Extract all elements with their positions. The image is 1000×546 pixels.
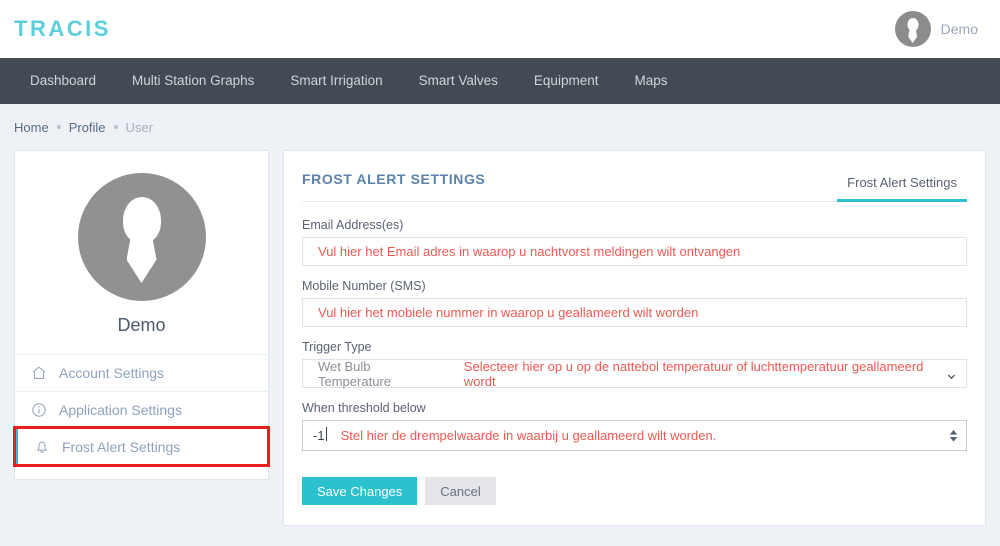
trigger-type-select[interactable]: Wet Bulb Temperature Selecteer hier op u…	[302, 358, 967, 389]
sidebar-item-frost-alert-settings[interactable]: Frost Alert Settings	[13, 426, 270, 467]
spinner-arrows-icon[interactable]	[949, 429, 958, 442]
breadcrumb-item-profile[interactable]: Profile	[69, 120, 106, 135]
nav-item-dashboard[interactable]: Dashboard	[18, 58, 114, 104]
frost-alert-settings-panel: FROST ALERT SETTINGS Frost Alert Setting…	[283, 150, 986, 526]
user-avatar-icon[interactable]	[894, 11, 931, 47]
page-title: FROST ALERT SETTINGS	[302, 171, 486, 187]
app-logo[interactable]: TRACIS	[14, 16, 111, 42]
trigger-type-value: Wet Bulb Temperature	[318, 358, 391, 389]
sidebar-item-label: Application Settings	[59, 402, 182, 418]
sidebar-item-label: Account Settings	[59, 365, 165, 381]
nav-item-equipment[interactable]: Equipment	[516, 58, 617, 104]
info-circle-icon	[31, 402, 47, 418]
threshold-value: -1	[313, 427, 327, 443]
sidebar-item-application-settings[interactable]: Application Settings	[15, 391, 268, 428]
breadcrumb-item-home[interactable]: Home	[14, 120, 49, 135]
form-actions: Save Changes Cancel	[302, 464, 967, 505]
nav-item-smart-valves[interactable]: Smart Valves	[401, 58, 516, 104]
threshold-stepper[interactable]: -1 Stel hier de drempelwaarde in waarbij…	[302, 420, 967, 451]
panel-header: FROST ALERT SETTINGS Frost Alert Setting…	[302, 167, 967, 202]
trigger-type-hint: Selecteer hier op u op de nattebol tempe…	[463, 358, 924, 389]
field-threshold: When threshold below -1 Stel hier de dre…	[302, 401, 967, 451]
sidebar-item-label: Frost Alert Settings	[62, 439, 181, 455]
page-body: Demo Account Settings Application Settin…	[0, 150, 1000, 526]
field-mobile: Mobile Number (SMS) Vul hier het mobiele…	[302, 279, 967, 327]
tab-frost-alert-settings[interactable]: Frost Alert Settings	[837, 175, 967, 202]
email-field[interactable]: Vul hier het Email adres in waarop u nac…	[302, 237, 967, 266]
trigger-type-label: Trigger Type	[302, 340, 372, 354]
nav-item-maps[interactable]: Maps	[616, 58, 685, 104]
bell-icon	[34, 439, 50, 455]
home-icon	[31, 365, 47, 381]
breadcrumb-separator-icon	[56, 125, 61, 129]
breadcrumb-item-user: User	[125, 119, 153, 135]
save-changes-button[interactable]: Save Changes	[302, 477, 418, 505]
profile-sidebar: Demo Account Settings Application Settin…	[13, 150, 270, 480]
threshold-hint: Stel hier de drempelwaarde in waarbij u …	[340, 428, 717, 443]
cancel-button[interactable]: Cancel	[425, 477, 496, 505]
chevron-down-icon	[947, 369, 956, 380]
sidebar-item-account-settings[interactable]: Account Settings	[15, 354, 268, 391]
user-menu[interactable]: Demo	[894, 11, 978, 47]
mobile-placeholder: Vul hier het mobiele nummer in waarop u …	[318, 305, 699, 320]
threshold-label: When threshold below	[302, 401, 426, 415]
avatar	[77, 173, 206, 301]
profile-name: Demo	[117, 315, 166, 335]
email-placeholder: Vul hier het Email adres in waarop u nac…	[318, 244, 741, 259]
field-email: Email Address(es) Vul hier het Email adr…	[302, 218, 967, 266]
mobile-number-field[interactable]: Vul hier het mobiele nummer in waarop u …	[302, 298, 967, 327]
main-navigation: Dashboard Multi Station Graphs Smart Irr…	[0, 58, 1000, 104]
profile-avatar-wrap	[15, 151, 268, 311]
frost-alert-form: Email Address(es) Vul hier het Email adr…	[302, 202, 967, 505]
nav-item-smart-irrigation[interactable]: Smart Irrigation	[272, 58, 400, 104]
brand-bar: TRACIS Demo	[0, 0, 1000, 58]
nav-item-multi-station-graphs[interactable]: Multi Station Graphs	[114, 58, 272, 104]
field-trigger-type: Trigger Type Wet Bulb Temperature Select…	[302, 340, 967, 389]
email-label: Email Address(es)	[302, 218, 404, 232]
user-name-label: Demo	[940, 21, 978, 37]
breadcrumb: Home Profile User	[0, 104, 1000, 150]
breadcrumb-separator-icon	[113, 125, 118, 129]
mobile-label: Mobile Number (SMS)	[302, 279, 426, 293]
